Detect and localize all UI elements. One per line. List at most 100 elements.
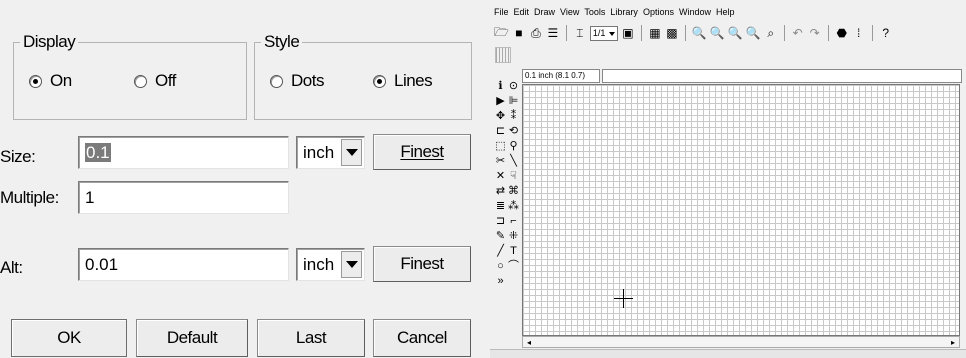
last-button[interactable]: Last xyxy=(257,319,365,357)
style-lines-radio[interactable]: Lines xyxy=(373,71,433,91)
display-on-radio[interactable]: On xyxy=(29,71,72,91)
alt-label: Alt: xyxy=(0,258,23,277)
toolbar-separator xyxy=(684,25,686,41)
marker-icon[interactable]: ⁞ xyxy=(852,25,866,42)
more-icon[interactable]: » xyxy=(497,275,503,288)
circle-icon[interactable]: ○ xyxy=(497,260,504,273)
radio-indicator xyxy=(270,74,283,88)
toolbar-separator xyxy=(827,25,829,41)
undo-icon[interactable]: ↶ xyxy=(791,25,805,42)
alt-unit-select[interactable]: inch xyxy=(296,248,365,281)
menu-file[interactable]: File xyxy=(494,7,509,17)
grid-status-text: 0.1 inch (8.1 0.7) xyxy=(525,71,586,80)
pen-icon[interactable]: ✎ xyxy=(496,230,505,243)
scroll-left-icon[interactable]: ◂ xyxy=(524,337,534,347)
ok-button[interactable]: OK xyxy=(11,319,127,357)
stop-icon[interactable]: ⬣ xyxy=(835,25,849,42)
arc2-icon[interactable]: ⌒ xyxy=(508,260,519,273)
stack-icon[interactable]: ≣ xyxy=(496,200,505,213)
drawing-canvas[interactable] xyxy=(522,84,960,336)
zoom-area-icon[interactable]: 🔍 xyxy=(746,25,761,42)
drag-icon[interactable]: ☟ xyxy=(510,170,517,183)
zoom-out-icon[interactable]: 🔍 xyxy=(710,25,725,42)
layers-icon[interactable]: ☰ xyxy=(546,25,560,42)
port-icon[interactable]: ⊐ xyxy=(496,215,505,228)
size-input[interactable]: 0.1 xyxy=(78,136,289,169)
redo-icon[interactable]: ↷ xyxy=(808,25,822,42)
grid-icon[interactable]: ▦ xyxy=(648,25,662,42)
menu-library[interactable]: Library xyxy=(610,7,638,17)
menu-edit[interactable]: Edit xyxy=(514,7,530,17)
line-icon[interactable]: ╱ xyxy=(497,245,504,258)
menu-draw[interactable]: Draw xyxy=(534,7,555,17)
display-group-title: Display xyxy=(20,32,79,52)
print-icon[interactable]: ⎙ xyxy=(529,25,543,42)
cancel-button[interactable]: Cancel xyxy=(373,319,471,357)
flip-icon[interactable]: ⇄ xyxy=(496,185,505,198)
style-dots-radio[interactable]: Dots xyxy=(270,71,324,91)
status-bar xyxy=(490,349,966,358)
open-icon[interactable]: 🗁 xyxy=(494,25,509,42)
chevron-down-icon[interactable] xyxy=(341,139,362,166)
cut-icon[interactable]: ✂ xyxy=(496,155,505,168)
alt-input[interactable]: 0.01 xyxy=(78,248,289,281)
last-label: Last xyxy=(295,328,327,347)
zoom-value: 1/1 xyxy=(592,28,606,38)
component-icon[interactable]: ⌶ xyxy=(573,25,587,42)
move-icon[interactable]: ✥ xyxy=(496,110,505,123)
ok-label: OK xyxy=(57,328,81,347)
menu-window[interactable]: Window xyxy=(679,7,711,17)
text-icon[interactable]: T xyxy=(510,245,517,258)
snap-icon[interactable]: ▩ xyxy=(665,25,679,42)
target-icon[interactable]: ⊙ xyxy=(509,80,518,93)
zoom-fit-icon[interactable]: 🔍 xyxy=(728,25,743,42)
delete-icon[interactable]: ✕ xyxy=(496,170,505,183)
size-finest-button[interactable]: Finest xyxy=(373,134,471,170)
schematic-editor-window: File Edit Draw View Tools Library Option… xyxy=(490,0,966,358)
size-unit-select[interactable]: inch xyxy=(296,136,365,169)
probe-icon[interactable]: ⚲ xyxy=(509,140,517,153)
menu-options[interactable]: Options xyxy=(643,7,674,17)
chevron-down-icon[interactable] xyxy=(341,251,362,278)
size-label: Size: xyxy=(0,147,36,166)
alt-finest-label: Finest xyxy=(400,254,444,273)
save-icon[interactable]: ■ xyxy=(512,25,526,42)
size-unit-value: inch xyxy=(303,143,335,162)
display-off-radio[interactable]: Off xyxy=(134,71,176,91)
toolbar-grip[interactable] xyxy=(495,47,511,63)
scroll-right-icon[interactable]: ▸ xyxy=(948,337,958,347)
menu-view[interactable]: View xyxy=(560,7,579,17)
info-icon[interactable]: ℹ xyxy=(498,80,502,93)
net-icon[interactable]: ⁑ xyxy=(511,110,517,123)
wire-icon[interactable]: ╲ xyxy=(510,155,517,168)
style-group: Style Dots Lines xyxy=(254,32,472,120)
zoom-prev-icon[interactable]: ⌕ xyxy=(764,25,778,42)
alt-finest-button[interactable]: Finest xyxy=(373,246,471,282)
array-icon[interactable]: ⁂ xyxy=(508,200,519,213)
rectangle-icon[interactable]: ⬚ xyxy=(495,140,505,153)
menu-help[interactable]: Help xyxy=(716,7,735,17)
rotate-icon[interactable]: ⟲ xyxy=(509,125,518,138)
bus-icon[interactable]: ⌘ xyxy=(508,185,519,198)
zoom-select[interactable]: 1/1 xyxy=(589,25,618,41)
component-icon[interactable]: ⊏ xyxy=(496,125,505,138)
menu-tools[interactable]: Tools xyxy=(584,7,605,17)
grid-status-field: 0.1 inch (8.1 0.7) xyxy=(522,69,600,83)
default-button[interactable]: Default xyxy=(136,319,248,357)
arc-icon[interactable]: ⌐ xyxy=(510,215,516,228)
position-field xyxy=(602,69,962,83)
style-lines-label: Lines xyxy=(394,71,433,90)
horizontal-scrollbar[interactable]: ◂ ▸ xyxy=(522,336,960,348)
pin-icon[interactable]: ⊫ xyxy=(509,95,519,108)
display-group: Display On Off xyxy=(13,32,247,120)
toolbar-separator xyxy=(565,25,567,41)
menu-bar: File Edit Draw View Tools Library Option… xyxy=(494,7,735,17)
multiple-input[interactable]: 1 xyxy=(78,181,289,214)
toolbar-separator xyxy=(871,25,873,41)
library-icon[interactable]: ▣ xyxy=(621,25,635,42)
default-label: Default xyxy=(166,328,218,347)
zoom-in-icon[interactable]: 🔍 xyxy=(692,25,707,42)
select-icon[interactable]: ▶ xyxy=(496,95,504,108)
net-label-icon[interactable]: ⁜ xyxy=(509,230,518,243)
help-icon[interactable]: ? xyxy=(879,25,893,42)
